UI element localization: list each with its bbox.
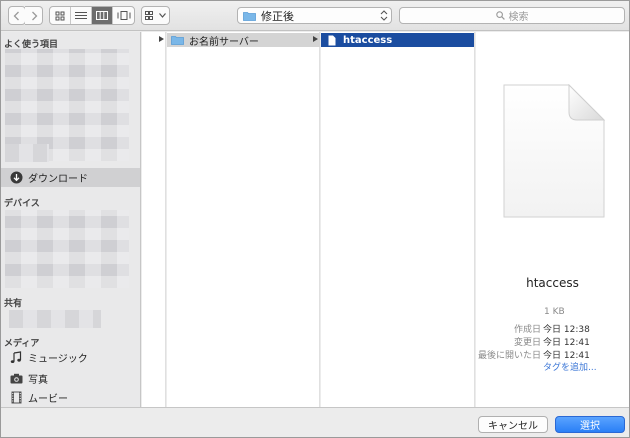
grid-arrange-icon bbox=[145, 10, 153, 20]
chevron-right-icon bbox=[31, 11, 37, 20]
view-mode-segmented bbox=[49, 6, 135, 25]
cover-flow-view-button[interactable] bbox=[113, 7, 134, 24]
up-down-arrows-icon bbox=[380, 10, 388, 21]
folder-name: お名前サーバー bbox=[189, 36, 259, 48]
sidebar-item-label: 写真 bbox=[28, 375, 48, 386]
sidebar-item-downloads[interactable]: ダウンロード bbox=[1, 168, 140, 187]
last-opened-label: 最後に開いた日 bbox=[477, 351, 541, 361]
sidebar-item-movies[interactable]: ムービー bbox=[1, 388, 140, 407]
search-field[interactable]: 検索 bbox=[399, 7, 625, 24]
forward-button[interactable] bbox=[25, 6, 43, 25]
redacted-favorites-tail bbox=[5, 144, 49, 162]
location-label: 修正後 bbox=[261, 9, 294, 23]
sidebar-item-label: ムービー bbox=[28, 394, 68, 405]
column-view-button[interactable] bbox=[92, 7, 113, 24]
preview-pane: htaccess 1 KB 作成日 今日 12:38 変更日 今日 12:41 … bbox=[476, 32, 629, 407]
sidebar-item-photos[interactable]: 写真 bbox=[1, 369, 140, 388]
select-button[interactable]: 選択 bbox=[555, 416, 625, 433]
chevron-left-icon bbox=[13, 11, 19, 20]
icon-view-icon bbox=[55, 11, 65, 20]
redacted-shared bbox=[9, 310, 101, 328]
file-name: htaccess bbox=[343, 34, 393, 46]
film-strip-icon bbox=[9, 391, 23, 405]
list-view-icon bbox=[75, 12, 87, 19]
location-popup[interactable]: 修正後 bbox=[237, 7, 392, 24]
sidebar-item-label: ミュージック bbox=[28, 354, 88, 365]
add-tags-link[interactable]: タグを追加... bbox=[543, 360, 597, 373]
arrange-button[interactable] bbox=[141, 6, 170, 25]
cover-flow-view-icon bbox=[117, 11, 130, 20]
created-label: 作成日 bbox=[513, 325, 541, 335]
folder-icon bbox=[171, 36, 184, 45]
preview-size: 1 KB bbox=[544, 307, 565, 317]
list-view-button[interactable] bbox=[71, 7, 92, 24]
disclosure-triangle-icon bbox=[313, 36, 318, 42]
created-value: 今日 12:38 bbox=[543, 325, 590, 335]
search-placeholder: 検索 bbox=[508, 12, 529, 23]
browser-column-1[interactable]: お名前サーバー bbox=[167, 32, 320, 407]
cancel-button[interactable]: キャンセル bbox=[478, 416, 548, 433]
chevron-down-icon bbox=[159, 13, 166, 18]
modified-label: 変更日 bbox=[513, 338, 541, 348]
sidebar-item-music[interactable]: ミュージック bbox=[1, 348, 140, 367]
dialog-footer: キャンセル 選択 bbox=[1, 407, 629, 437]
list-item-folder[interactable]: お名前サーバー bbox=[167, 33, 320, 48]
open-dialog: 修正後 検索 よく使う項目 ダウンロード デバイス 共有 メディア ミュージック bbox=[0, 0, 630, 438]
list-item-file[interactable]: htaccess bbox=[321, 33, 474, 47]
sidebar-item-label: ダウンロード bbox=[28, 174, 88, 185]
folder-icon bbox=[243, 11, 256, 21]
download-icon bbox=[9, 171, 23, 185]
shared-header: 共有 bbox=[4, 299, 23, 309]
preview-filename: htaccess bbox=[526, 276, 579, 290]
devices-header: デバイス bbox=[4, 199, 40, 209]
document-preview-icon bbox=[503, 84, 605, 218]
back-button[interactable] bbox=[8, 6, 26, 25]
music-note-icon bbox=[9, 351, 23, 365]
modified-value: 今日 12:41 bbox=[543, 338, 590, 348]
column-view-icon bbox=[96, 11, 108, 20]
search-icon bbox=[495, 11, 505, 20]
toolbar: 修正後 検索 bbox=[1, 1, 629, 31]
disclosure-triangle-icon bbox=[159, 36, 164, 42]
browser-column-2[interactable]: htaccess bbox=[321, 32, 475, 407]
redacted-devices bbox=[5, 210, 129, 288]
sidebar: よく使う項目 ダウンロード デバイス 共有 メディア ミュージック 写真 ムービ… bbox=[1, 32, 141, 407]
icon-view-button[interactable] bbox=[50, 7, 71, 24]
camera-icon bbox=[9, 372, 23, 386]
browser-column-root[interactable] bbox=[142, 32, 166, 407]
document-icon bbox=[328, 35, 336, 45]
